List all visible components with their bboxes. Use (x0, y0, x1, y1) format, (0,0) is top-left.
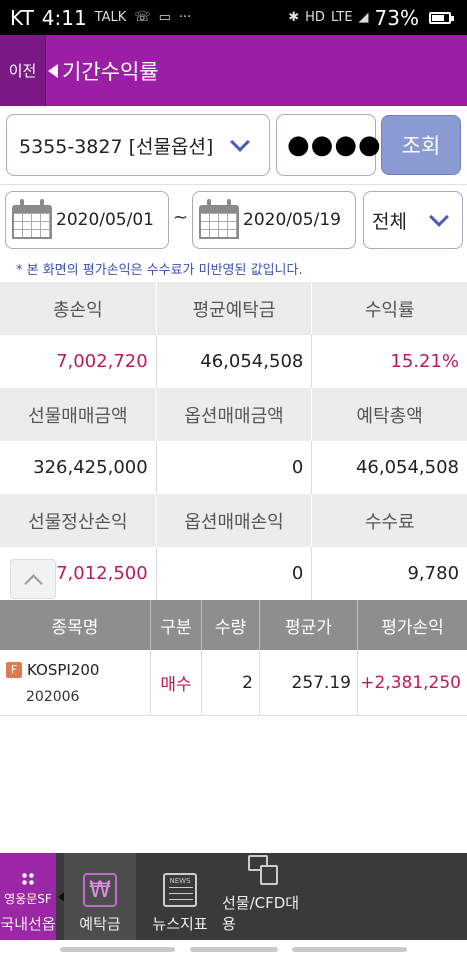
brand-logo: 영웅문SF (4, 892, 52, 906)
date-filter-row: 2020/05/01 ~ 2020/05/19 전체 (0, 184, 467, 254)
summary-value-row: 326,425,000 0 46,054,508 (0, 441, 467, 494)
nav-item-label: 선물/CFD대용 (222, 894, 300, 933)
grid-menu-icon (21, 872, 35, 886)
average-price: 257.19 (259, 650, 357, 715)
clock: 4:11 (41, 5, 87, 30)
quantity: 2 (201, 650, 259, 715)
summary-header-row: 선물정산손익 옵션매매손익 수수료 (0, 494, 467, 547)
battery-icon (429, 11, 454, 24)
nav-item-futures-cfd[interactable]: 선물/CFD대용 (222, 853, 306, 940)
column-header: 수량 (201, 600, 259, 650)
fee-notice: * 본 화면의 평가손익은 수수료가 미반영된 값입니다. (0, 254, 467, 282)
nav-item-label: 예탁금 (79, 915, 121, 933)
message-icon: ▭ (158, 10, 171, 25)
holdings-table: 종목명 구분 수량 평균가 평가손익 F KOSPI200 202006 매수 … (0, 600, 467, 716)
options-trade-amount-value: 0 (155, 441, 312, 494)
total-pl-label: 총손익 (52, 299, 103, 321)
start-date-picker[interactable]: 2020/05/01 (5, 191, 169, 249)
evaluation-pl: +2,381,250 (357, 650, 467, 715)
column-header: 평가손익 (357, 600, 467, 650)
gesture-bar (0, 940, 467, 960)
fee-label: 수수료 (311, 494, 467, 547)
column-header: 평균가 (259, 600, 357, 650)
avg-deposit-value: 46,054,508 (155, 335, 312, 388)
news-icon: NEWS (163, 873, 197, 907)
futures-settlement-pl-label: 선물정산손익 (28, 511, 128, 533)
back-arrow-icon[interactable] (48, 63, 58, 78)
nav-menu-label: 국내선옵 (0, 915, 56, 933)
chevron-down-icon (230, 132, 250, 152)
title-bar: 이전 기간수익률 (0, 35, 467, 106)
calendar-icon (199, 199, 239, 241)
status-bar: KT 4:11 TALK ☏ ▭ ··· ✱ HD LTE ◢ 73% (0, 0, 467, 35)
fee-value: 9,780 (311, 547, 467, 600)
table-row[interactable]: F KOSPI200 202006 매수 2 257.19 +2,381,250 (0, 650, 467, 716)
period-value: 전체 (372, 210, 407, 233)
instrument-name: KOSPI200 (27, 660, 100, 679)
end-date: 2020/05/19 (243, 210, 341, 230)
collapse-up-button[interactable] (10, 559, 56, 599)
signal-icon: ◢ (358, 10, 369, 25)
futures-badge: F (6, 661, 22, 678)
summary-header-row: 선물매매금액 옵션매매금액 예탁총액 (0, 388, 467, 441)
end-date-picker[interactable]: 2020/05/19 (192, 191, 356, 249)
account-select[interactable]: 5355-3827 [선물옵션] (6, 114, 270, 176)
avg-deposit-label: 평균예탁금 (155, 282, 312, 335)
date-separator: ~ (173, 207, 189, 228)
hd-icon: HD (305, 10, 325, 25)
summary-value-row: 7,002,720 46,054,508 15.21% (0, 335, 467, 388)
talk-icon: TALK (94, 10, 127, 25)
nav-item-label: 뉴스지표 (152, 915, 208, 933)
screen: KT 4:11 TALK ☏ ▭ ··· ✱ HD LTE ◢ 73% 이전 기… (0, 0, 467, 960)
futures-trade-amount-label: 선물매매금액 (28, 405, 128, 427)
futures-trade-amount-value: 326,425,000 (33, 457, 148, 478)
network-label: LTE (330, 10, 353, 25)
bluetooth-icon: ✱ (288, 10, 300, 25)
battery-fill (432, 14, 444, 21)
bottom-nav: 영웅문SF 국내선옵 ₩ 예탁금 NEWS 뉴스지표 선물/CFD대용 (0, 853, 467, 940)
table-header: 종목명 구분 수량 평균가 평가손익 (0, 600, 467, 650)
start-date: 2020/05/01 (56, 210, 154, 230)
gesture-handle[interactable] (292, 947, 407, 952)
summary-grid: 총손익 평균예탁금 수익률 7,002,720 46,054,508 15.21… (0, 282, 467, 600)
futures-settlement-pl-text: 7,012,500 (56, 563, 148, 584)
total-pl-value: 7,002,720 (56, 351, 148, 372)
period-select[interactable]: 전체 (363, 191, 463, 249)
futures-settlement-pl-value: 7,012,500 (0, 547, 156, 600)
won-icon: ₩ (83, 873, 117, 907)
instrument-cell: F KOSPI200 202006 (0, 650, 150, 715)
page-title: 기간수익률 (62, 59, 159, 84)
more-icon: ··· (178, 10, 192, 25)
gesture-handle[interactable] (190, 947, 278, 952)
instrument-code: 202006 (26, 688, 80, 705)
total-deposit-label: 예탁총액 (311, 388, 467, 441)
position-type: 매수 (150, 650, 201, 715)
gesture-handle[interactable] (60, 947, 175, 952)
total-deposit-value: 46,054,508 (311, 441, 467, 494)
calendar-icon (12, 199, 52, 241)
password-field[interactable]: ●●●● (276, 114, 381, 176)
account-value: 5355-3827 [선물옵션] (19, 135, 214, 158)
search-button[interactable]: 조회 (381, 115, 461, 175)
account-row: 5355-3827 [선물옵션] ●●●● 조회 (0, 106, 467, 184)
options-trade-pl-label: 옵션매매손익 (155, 494, 312, 547)
return-rate-label: 수익률 (311, 282, 467, 335)
column-header: 종목명 (51, 617, 99, 638)
return-rate-value: 15.21% (311, 335, 467, 388)
summary-value-row: 7,012,500 0 9,780 (0, 547, 467, 600)
options-trade-pl-value: 0 (155, 547, 312, 600)
column-header: 구분 (150, 600, 201, 650)
nav-item-news[interactable]: NEWS 뉴스지표 (140, 853, 220, 940)
battery-percent: 73% (374, 5, 419, 30)
options-trade-amount-label: 옵션매매금액 (155, 388, 312, 441)
phone-icon: ☏ (134, 10, 151, 25)
summary-header-row: 총손익 평균예탁금 수익률 (0, 282, 467, 335)
nav-item-deposit[interactable]: ₩ 예탁금 (64, 853, 136, 940)
back-button[interactable]: 이전 (0, 35, 46, 106)
document-icon (246, 853, 282, 886)
nav-menu-button[interactable]: 영웅문SF 국내선옵 (0, 853, 56, 940)
carrier-label: KT (10, 5, 34, 30)
chevron-down-icon (429, 207, 449, 227)
